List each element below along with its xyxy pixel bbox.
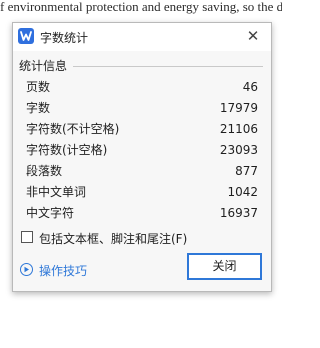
stat-label: 段落数 xyxy=(26,164,63,178)
stat-label: 字数 xyxy=(26,101,51,115)
checkbox-label[interactable]: 包括文本框、脚注和尾注(F) xyxy=(39,230,187,247)
statistics-group-title: 统计信息 xyxy=(19,57,72,74)
stat-label: 字符数(计空格) xyxy=(26,143,108,157)
word-count-dialog: 字数统计 ✕ 统计信息 页数 46 字数 17979 字符数(不计空格) 211… xyxy=(12,22,272,292)
stat-label: 非中文单词 xyxy=(26,185,87,199)
stat-value: 23093 xyxy=(219,143,258,157)
stat-value: 1042 xyxy=(227,185,258,199)
include-textboxes-checkbox[interactable] xyxy=(21,231,33,243)
stat-row-chinese-characters: 中文字符 16937 xyxy=(26,203,258,224)
group-divider xyxy=(73,66,263,67)
close-icon[interactable]: ✕ xyxy=(243,26,263,46)
statistics-list: 页数 46 字数 17979 字符数(不计空格) 21106 字符数(计空格) … xyxy=(26,77,258,224)
wps-writer-icon xyxy=(18,28,34,44)
stat-value: 877 xyxy=(235,164,258,178)
stat-label: 页数 xyxy=(26,80,51,94)
stat-label: 中文字符 xyxy=(26,206,75,220)
close-button[interactable]: 关闭 xyxy=(187,253,262,280)
stat-value: 21106 xyxy=(219,122,258,136)
dialog-title: 字数统计 xyxy=(40,31,89,45)
stat-value: 46 xyxy=(242,80,258,94)
document-text-line: f environmental protection and energy sa… xyxy=(0,0,282,14)
stat-value: 17979 xyxy=(219,101,258,115)
stat-row-words: 字数 17979 xyxy=(26,98,258,119)
stat-label: 字符数(不计空格) xyxy=(26,122,120,136)
dialog-titlebar[interactable]: 字数统计 ✕ xyxy=(13,23,271,51)
play-circle-icon xyxy=(20,263,33,276)
stat-row-pages: 页数 46 xyxy=(26,77,258,98)
stat-value: 16937 xyxy=(219,206,258,220)
stat-row-non-chinese-words: 非中文单词 1042 xyxy=(26,182,258,203)
stat-row-paragraphs: 段落数 877 xyxy=(26,161,258,182)
stat-row-characters-no-spaces: 字符数(不计空格) 21106 xyxy=(26,119,258,140)
tips-label[interactable]: 操作技巧 xyxy=(39,262,87,279)
stat-row-characters-with-spaces: 字符数(计空格) 23093 xyxy=(26,140,258,161)
